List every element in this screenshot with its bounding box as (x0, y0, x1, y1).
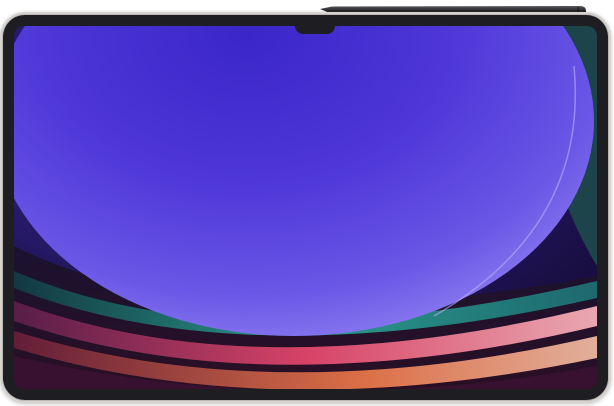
tablet-frame (3, 15, 608, 400)
camera-notch (295, 26, 335, 34)
product-image (0, 0, 614, 406)
stylus-pen (320, 6, 586, 15)
wallpaper (14, 26, 597, 389)
tablet-screen (14, 26, 597, 389)
